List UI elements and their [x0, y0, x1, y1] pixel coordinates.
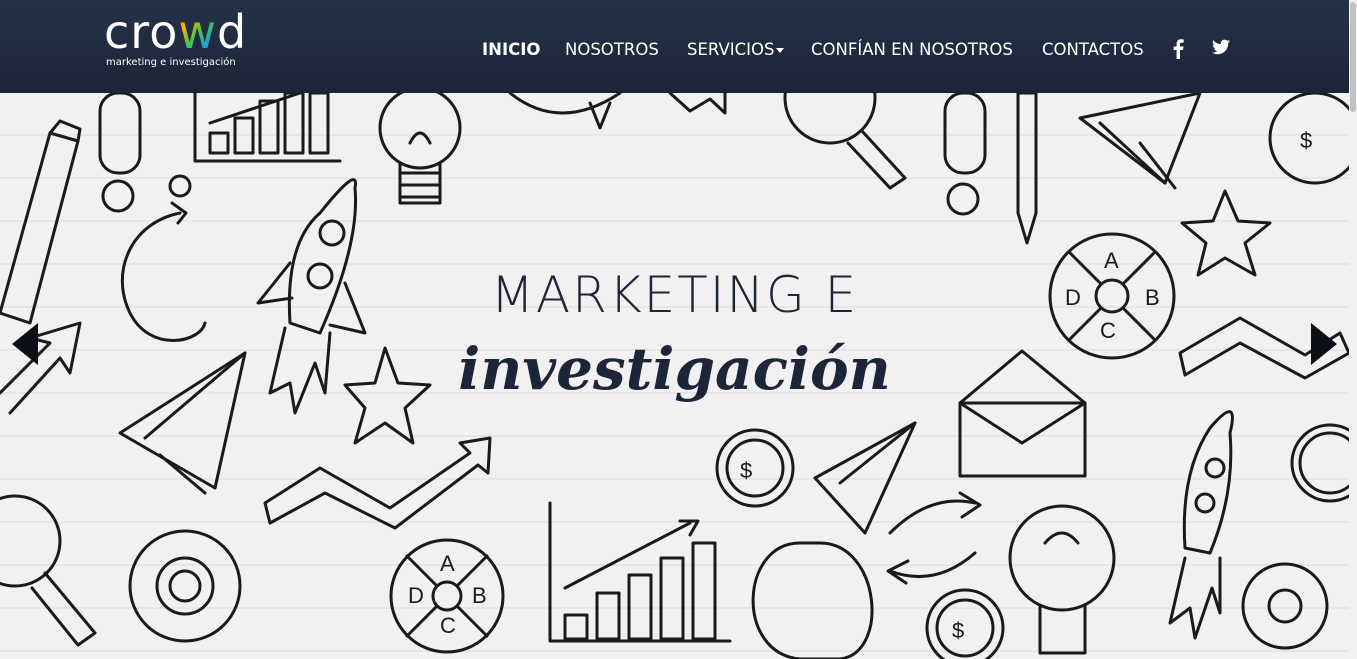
- caret-down-icon: [776, 48, 785, 53]
- svg-text:C: C: [440, 613, 456, 638]
- chevron-right-icon: [1311, 323, 1337, 365]
- scrollbar-thumb[interactable]: [1350, 2, 1356, 112]
- brand-logo-wordmark: crowd: [104, 5, 248, 59]
- svg-text:D: D: [408, 583, 424, 608]
- brand-tagline: marketing e investigación: [106, 57, 236, 68]
- nav-item-contactos[interactable]: CONTACTOS: [1042, 38, 1144, 62]
- svg-text:B: B: [472, 583, 487, 608]
- svg-text:$: $: [952, 618, 964, 643]
- hero-carousel: $ $ ADBC ADBC $ MARKETING E investigació…: [0, 93, 1349, 659]
- hero-title: MARKETING E: [490, 266, 859, 324]
- chevron-left-icon: [12, 323, 38, 365]
- page-scrollbar[interactable]: [1349, 0, 1357, 659]
- twitter-icon[interactable]: [1212, 39, 1232, 59]
- brand-logo[interactable]: crowd marketing e investigación: [104, 6, 254, 72]
- nav-item-servicios-label: SERVICIOS: [687, 40, 775, 59]
- nav-item-servicios[interactable]: SERVICIOS: [687, 38, 785, 62]
- svg-text:$: $: [1300, 128, 1312, 153]
- carousel-prev-button[interactable]: [10, 321, 40, 367]
- navbar: crowd marketing e investigación INICIO N…: [0, 0, 1349, 93]
- svg-text:A: A: [440, 551, 455, 576]
- facebook-icon[interactable]: [1172, 39, 1190, 59]
- nav-item-confian[interactable]: CONFÍAN EN NOSOTROS: [811, 38, 1013, 62]
- nav-item-inicio[interactable]: INICIO: [482, 38, 540, 62]
- svg-text:$: $: [740, 458, 752, 483]
- hero-subtitle: investigación: [458, 335, 891, 403]
- nav-item-nosotros[interactable]: NOSOTROS: [565, 38, 659, 62]
- carousel-next-button[interactable]: [1309, 321, 1339, 367]
